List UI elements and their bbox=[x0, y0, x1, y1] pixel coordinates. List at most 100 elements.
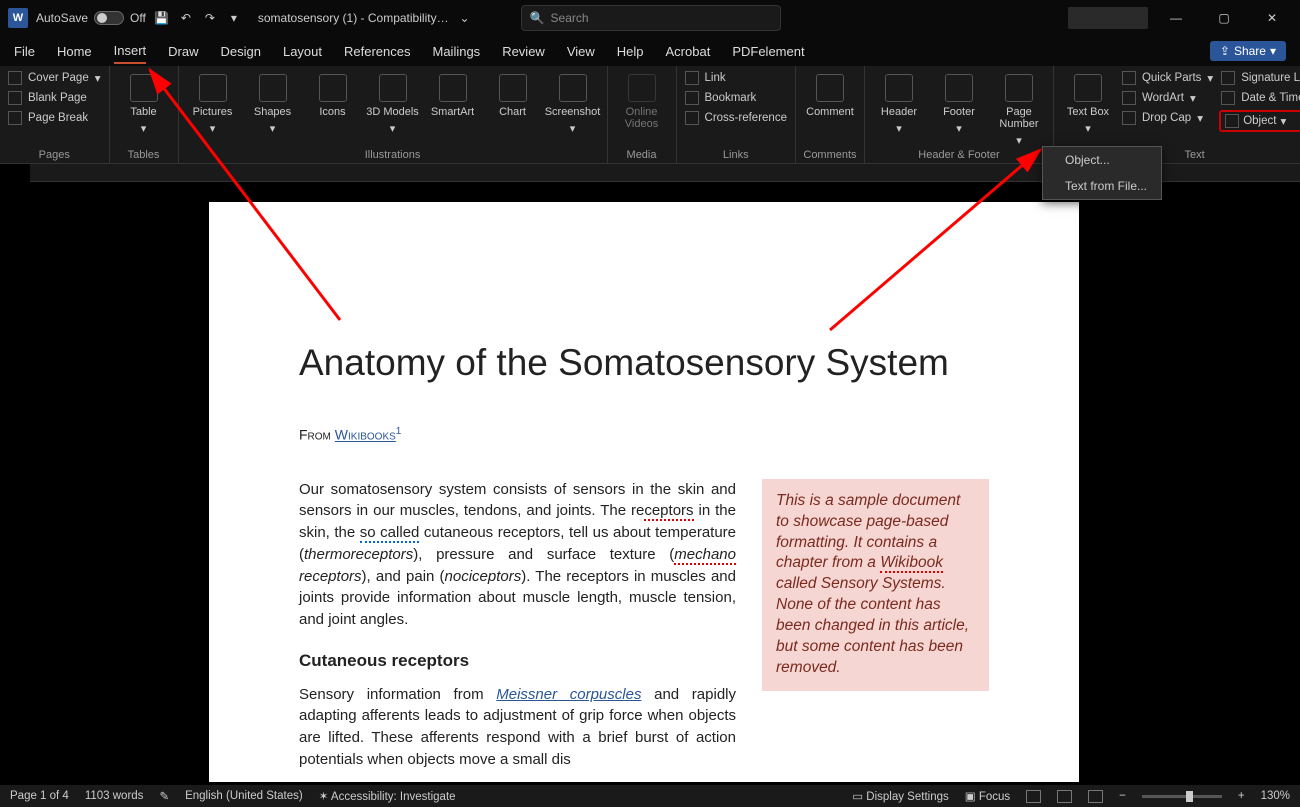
qat-more-icon[interactable]: ▾ bbox=[226, 10, 242, 26]
page-number-icon bbox=[1005, 74, 1033, 102]
footer-button[interactable]: Footer▾ bbox=[931, 70, 987, 135]
header-icon bbox=[885, 74, 913, 102]
meissner-link[interactable]: Meissner corpuscles bbox=[496, 686, 641, 703]
tab-insert[interactable]: Insert bbox=[114, 39, 147, 64]
search-placeholder: Search bbox=[551, 11, 589, 25]
search-input[interactable]: 🔍 Search bbox=[521, 5, 781, 31]
quick-parts-button[interactable]: Quick Parts▾ bbox=[1120, 70, 1215, 86]
save-icon[interactable]: 💾 bbox=[154, 10, 170, 26]
word-app-icon: W bbox=[8, 8, 28, 28]
footnote-ref[interactable]: 1 bbox=[396, 426, 402, 437]
paragraph: Sensory information from Meissner corpus… bbox=[299, 684, 736, 771]
zoom-out-button[interactable]: − bbox=[1119, 790, 1126, 802]
document-heading: Anatomy of the Somatosensory System bbox=[299, 342, 989, 384]
zoom-level[interactable]: 130% bbox=[1261, 790, 1290, 802]
tab-design[interactable]: Design bbox=[221, 40, 261, 63]
zoom-in-button[interactable]: + bbox=[1238, 790, 1245, 802]
display-settings-button[interactable]: ▭ Display Settings bbox=[852, 789, 949, 803]
cover-page-button[interactable]: Cover Page▾ bbox=[6, 70, 103, 86]
page-break-button[interactable]: Page Break bbox=[6, 110, 103, 126]
zoom-slider[interactable] bbox=[1142, 795, 1222, 798]
wordart-button[interactable]: WordArt▾ bbox=[1120, 90, 1215, 106]
drop-cap-button[interactable]: Drop Cap▾ bbox=[1120, 110, 1215, 126]
pictures-button[interactable]: Pictures▾ bbox=[185, 70, 241, 135]
share-icon: ⇪ bbox=[1220, 44, 1230, 58]
video-icon bbox=[628, 74, 656, 102]
group-label: Header & Footer bbox=[871, 147, 1047, 161]
page-indicator[interactable]: Page 1 of 4 bbox=[10, 790, 69, 802]
chevron-down-icon: ▾ bbox=[141, 122, 147, 135]
online-videos-button: Online Videos bbox=[614, 70, 670, 130]
page-number-button[interactable]: Page Number▾ bbox=[991, 70, 1047, 147]
chevron-down-icon: ▾ bbox=[1190, 91, 1196, 105]
tab-mailings[interactable]: Mailings bbox=[433, 40, 481, 63]
tab-acrobat[interactable]: Acrobat bbox=[666, 40, 711, 63]
spellcheck-icon[interactable]: ✎ bbox=[159, 789, 169, 803]
subheading: Cutaneous receptors bbox=[299, 649, 736, 674]
body-text-column: Our somatosensory system consists of sen… bbox=[299, 479, 736, 782]
chevron-down-icon: ▾ bbox=[210, 122, 216, 135]
chevron-down-icon: ▾ bbox=[95, 71, 101, 85]
close-button[interactable]: ✕ bbox=[1252, 3, 1292, 33]
tab-home[interactable]: Home bbox=[57, 40, 92, 63]
group-label: Comments bbox=[802, 147, 858, 161]
document-canvas[interactable]: Anatomy of the Somatosensory System From… bbox=[0, 182, 1300, 782]
group-media: Online Videos Media bbox=[608, 66, 677, 163]
date-time-button[interactable]: Date & Time bbox=[1219, 90, 1300, 106]
undo-icon[interactable]: ↶ bbox=[178, 10, 194, 26]
chart-button[interactable]: Chart bbox=[485, 70, 541, 118]
focus-mode-button[interactable]: ▣ Focus bbox=[965, 789, 1010, 803]
web-layout-icon[interactable] bbox=[1088, 790, 1103, 803]
tab-help[interactable]: Help bbox=[617, 40, 644, 63]
maximize-button[interactable]: ▢ bbox=[1204, 3, 1244, 33]
title-dropdown-icon[interactable]: ⌄ bbox=[457, 10, 473, 26]
text-box-button[interactable]: Text Box▾ bbox=[1060, 70, 1116, 135]
minimize-button[interactable]: — bbox=[1156, 3, 1196, 33]
shapes-button[interactable]: Shapes▾ bbox=[245, 70, 301, 135]
3d-models-button[interactable]: 3D Models▾ bbox=[365, 70, 421, 135]
cover-page-icon bbox=[8, 71, 22, 85]
search-icon: 🔍 bbox=[530, 11, 545, 25]
accessibility-status[interactable]: ✶ Accessibility: Investigate bbox=[319, 789, 456, 803]
chevron-down-icon: ▾ bbox=[1197, 111, 1203, 125]
word-count[interactable]: 1103 words bbox=[85, 790, 144, 802]
bookmark-button[interactable]: Bookmark bbox=[683, 90, 789, 106]
object-button[interactable]: Object▾ bbox=[1219, 110, 1300, 132]
autosave-toggle[interactable]: AutoSave Off bbox=[36, 11, 146, 25]
wikibooks-link[interactable]: Wikibooks bbox=[335, 427, 396, 443]
print-layout-icon[interactable] bbox=[1057, 790, 1072, 803]
menu-item-text-from-file[interactable]: Text from File... bbox=[1043, 173, 1161, 199]
link-button[interactable]: Link bbox=[683, 70, 789, 86]
smartart-button[interactable]: SmartArt bbox=[425, 70, 481, 118]
table-button[interactable]: Table▾ bbox=[116, 70, 172, 135]
page[interactable]: Anatomy of the Somatosensory System From… bbox=[209, 202, 1079, 782]
group-illustrations: Pictures▾ Shapes▾ Icons 3D Models▾ Smart… bbox=[179, 66, 608, 163]
comment-icon bbox=[816, 74, 844, 102]
tab-pdfelement[interactable]: PDFelement bbox=[732, 40, 804, 63]
icons-button[interactable]: Icons bbox=[305, 70, 361, 118]
header-button[interactable]: Header▾ bbox=[871, 70, 927, 135]
redo-icon[interactable]: ↷ bbox=[202, 10, 218, 26]
blank-page-button[interactable]: Blank Page bbox=[6, 90, 103, 106]
toggle-switch[interactable] bbox=[94, 11, 124, 25]
tab-layout[interactable]: Layout bbox=[283, 40, 322, 63]
comment-button[interactable]: Comment bbox=[802, 70, 858, 118]
object-dropdown-menu: Object... Text from File... bbox=[1042, 146, 1162, 200]
menu-item-object[interactable]: Object... bbox=[1043, 147, 1161, 173]
tab-view[interactable]: View bbox=[567, 40, 595, 63]
wordart-icon bbox=[1122, 91, 1136, 105]
screenshot-button[interactable]: Screenshot▾ bbox=[545, 70, 601, 135]
group-pages: Cover Page▾ Blank Page Page Break Pages bbox=[0, 66, 110, 163]
tab-draw[interactable]: Draw bbox=[168, 40, 198, 63]
tab-file[interactable]: File bbox=[14, 40, 35, 63]
tab-review[interactable]: Review bbox=[502, 40, 545, 63]
account-area[interactable] bbox=[1068, 7, 1148, 29]
tab-references[interactable]: References bbox=[344, 40, 410, 63]
language-indicator[interactable]: English (United States) bbox=[185, 790, 303, 802]
share-button[interactable]: ⇪ Share ▾ bbox=[1210, 41, 1286, 61]
footer-icon bbox=[945, 74, 973, 102]
chevron-down-icon: ▾ bbox=[1280, 114, 1286, 128]
signature-line-button[interactable]: Signature Line▾ bbox=[1219, 70, 1300, 86]
cross-reference-button[interactable]: Cross-reference bbox=[683, 110, 789, 126]
read-mode-icon[interactable] bbox=[1026, 790, 1041, 803]
